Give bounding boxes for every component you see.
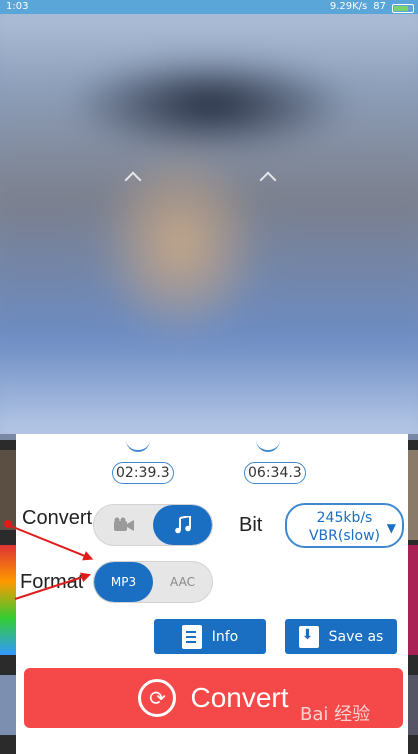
video-mode-option[interactable]	[94, 505, 153, 545]
blurred-frame	[0, 14, 418, 434]
watermark: Bai 经验	[300, 704, 371, 725]
trim-start-handle[interactable]	[126, 438, 150, 452]
convert-button-label: Convert	[190, 682, 289, 713]
status-time: 1:03	[6, 1, 29, 12]
download-icon	[298, 625, 319, 648]
status-right: 9.29K/s 87	[330, 0, 414, 14]
trim-end-time: 06:34.3	[244, 462, 306, 484]
video-preview[interactable]	[0, 14, 418, 434]
save-as-button[interactable]: Save as	[285, 619, 397, 654]
info-button-label: Info	[211, 628, 239, 645]
convert-mode-toggle[interactable]	[93, 504, 213, 546]
audio-mode-option[interactable]	[153, 505, 212, 545]
save-as-button-label: Save as	[328, 628, 384, 645]
network-speed: 9.29K/s	[329, 1, 368, 12]
format-option-mp3[interactable]: MP3	[94, 562, 153, 602]
bitrate-mode: VBR(slow)	[308, 528, 381, 544]
trim-end-handle[interactable]	[256, 438, 280, 452]
battery-icon	[392, 3, 414, 13]
bitrate-value: 245kb/s	[316, 510, 373, 526]
bitrate-select[interactable]: 245kb/s VBR(slow) ▼	[285, 503, 404, 548]
document-edit-icon	[181, 624, 202, 649]
format-option-aac[interactable]: AAC	[153, 562, 212, 602]
dropdown-caret-icon: ▼	[386, 521, 396, 535]
bitrate-label: Bit	[239, 514, 263, 536]
refresh-icon: ⟳	[138, 679, 177, 717]
format-label: Format	[20, 571, 84, 593]
video-camera-icon	[113, 517, 134, 531]
battery-level: 87	[373, 1, 386, 12]
trim-start-time: 02:39.3	[112, 462, 174, 484]
convert-mode-label: Convert	[22, 507, 93, 529]
music-note-icon	[174, 516, 191, 534]
info-button[interactable]: Info	[154, 619, 266, 654]
status-bar: 1:03 9.29K/s 87	[0, 0, 418, 14]
format-toggle[interactable]: MP3 AAC	[93, 561, 213, 603]
